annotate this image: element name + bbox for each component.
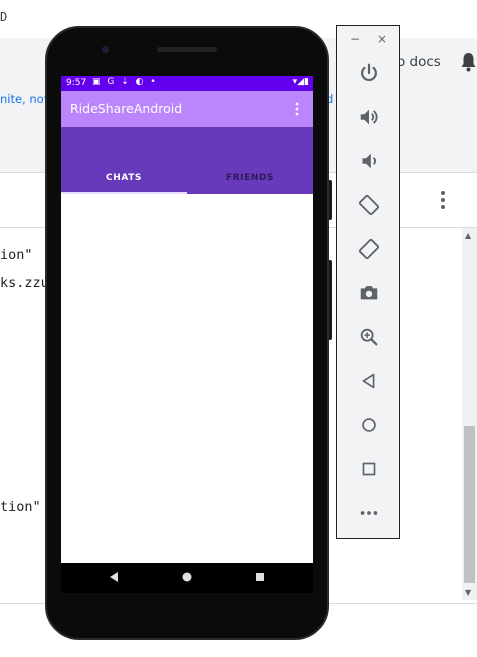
volume-down-button[interactable] — [357, 149, 381, 173]
phone-screen: 9:57 ▣ G ⇣ ◐ • ▾◢▮ RideShareAndroid CHAT… — [61, 76, 313, 564]
more-button[interactable] — [357, 501, 381, 525]
background-title-text: D — [0, 10, 8, 24]
rotate-right-button[interactable] — [357, 237, 381, 261]
phone-camera — [102, 46, 109, 53]
back-triangle-icon — [362, 373, 375, 389]
overview-button[interactable] — [357, 457, 381, 481]
emulator-minimize-button[interactable]: − — [350, 32, 360, 46]
volume-up-icon — [360, 109, 378, 125]
scroll-down-arrow-icon[interactable]: ▼ — [465, 588, 471, 597]
scroll-up-arrow-icon[interactable]: ▲ — [465, 231, 471, 240]
more-dots-icon — [360, 511, 378, 515]
power-button[interactable] — [357, 61, 381, 85]
emulator-toolbar: − × — [336, 25, 400, 539]
overflow-menu-icon[interactable] — [295, 102, 299, 116]
nav-overview-icon[interactable] — [254, 571, 266, 583]
tab-friends[interactable]: FRIENDS — [187, 173, 313, 183]
home-circle-icon — [362, 418, 376, 432]
code-line: ion" — [0, 247, 33, 263]
scrollbar-thumb[interactable] — [464, 426, 475, 583]
camera-icon — [360, 286, 378, 300]
rotate-left-button[interactable] — [357, 193, 381, 217]
volume-down-icon — [362, 153, 376, 169]
docs-link[interactable]: o docs — [397, 54, 441, 70]
volume-up-button[interactable] — [357, 105, 381, 129]
phone-speaker — [157, 47, 217, 52]
chats-content — [61, 194, 313, 564]
rotate-left-icon — [358, 194, 380, 216]
code-line: tion" — [0, 499, 41, 515]
rotate-right-icon — [358, 238, 380, 260]
nav-back-icon[interactable] — [108, 571, 120, 583]
zoom-icon — [360, 328, 378, 346]
navigation-bar — [61, 563, 313, 593]
screenshot-button[interactable] — [357, 281, 381, 305]
kebab-menu-icon[interactable] — [437, 190, 449, 210]
background-banner-link[interactable]: nite, nov — [0, 92, 51, 106]
power-icon — [361, 63, 377, 82]
tab-bar: CHATS FRIENDS — [61, 127, 313, 194]
status-time: 9:57 — [66, 78, 87, 88]
bell-icon[interactable] — [460, 52, 477, 72]
zoom-button[interactable] — [357, 325, 381, 349]
status-bar: 9:57 ▣ G ⇣ ◐ • ▾◢▮ — [61, 76, 313, 91]
nav-home-icon[interactable] — [181, 571, 193, 583]
tab-chats[interactable]: CHATS — [61, 173, 187, 183]
emulator-close-button[interactable]: × — [377, 32, 387, 46]
home-button[interactable] — [357, 413, 381, 437]
overview-square-icon — [362, 462, 376, 476]
signal-battery-icon: ▾◢▮ — [292, 77, 309, 87]
back-button[interactable] — [357, 369, 381, 393]
notification-icons: ▣ G ⇣ ◐ • — [92, 77, 158, 87]
app-bar: RideShareAndroid — [61, 91, 313, 127]
code-line: ks.zzu — [0, 275, 49, 291]
app-title: RideShareAndroid — [70, 101, 183, 116]
